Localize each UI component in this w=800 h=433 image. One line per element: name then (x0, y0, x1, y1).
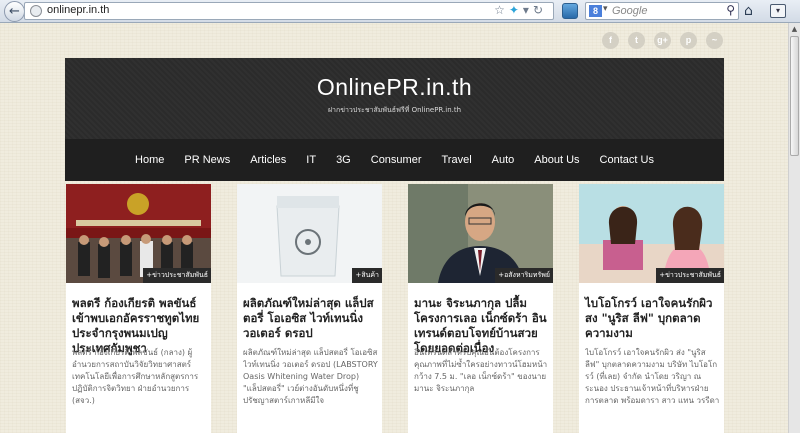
social-links: f t g+ p ~ (602, 32, 723, 49)
reload-icon[interactable]: ↻ (533, 3, 547, 17)
category-tag[interactable]: +สินค้า (352, 268, 382, 283)
post-excerpt: อินเทรนด์สำหรับคุณอันต้องโครงการคุณภาพที… (414, 348, 548, 393)
address-bar[interactable]: onlinepr.in.th ☆✦▾↻ (24, 2, 554, 20)
browser-toolbar: ← onlinepr.in.th ☆✦▾↻ 8 ▾ Google ⚲ ⌂ ▾ (0, 0, 800, 23)
search-input[interactable]: Google (612, 5, 647, 17)
bookmark-star-icon[interactable]: ☆ (494, 3, 509, 17)
search-engine-dropdown-icon[interactable]: ▾ (603, 4, 608, 14)
post-title[interactable]: ผลิตภัณฑ์ใหม่ล่าสุด แล็ปสตอรี่ โอเอซิส ไ… (243, 296, 379, 341)
facebook-icon[interactable]: f (602, 32, 619, 49)
home-icon[interactable]: ⌂ (744, 3, 753, 19)
scroll-up-arrow-icon[interactable]: ▲ (789, 23, 800, 35)
extension-icon[interactable] (562, 3, 578, 19)
googleplus-icon[interactable]: g+ (654, 32, 671, 49)
url-text[interactable]: onlinepr.in.th (47, 4, 109, 16)
twitter-bird-icon[interactable]: ✦ (509, 3, 523, 17)
rss-icon[interactable]: ~ (706, 32, 723, 49)
post-card[interactable]: +ข่าวประชาสัมพันธ์ ไบโอโกรว์ เอาใจคนรักผ… (579, 184, 724, 433)
nav-item-3g[interactable]: 3G (326, 154, 361, 166)
post-thumbnail[interactable]: +สินค้า (237, 184, 382, 283)
post-card[interactable]: +สินค้า ผลิตภัณฑ์ใหม่ล่าสุด แล็ปสตอรี่ โ… (237, 184, 382, 433)
post-thumbnail[interactable]: +ข่าวประชาสัมพันธ์ (579, 184, 724, 283)
scroll-thumb[interactable] (790, 36, 799, 156)
post-thumbnail[interactable]: +อสังหาริมทรัพย์ (408, 184, 553, 283)
nav-item-auto[interactable]: Auto (482, 154, 525, 166)
pinterest-icon[interactable]: p (680, 32, 697, 49)
post-card[interactable]: +ข่าวประชาสัมพันธ์ พลตรี ก้องเกียรติ พลข… (66, 184, 211, 433)
nav-item-contact-us[interactable]: Contact Us (590, 154, 664, 166)
category-tag[interactable]: +อสังหาริมทรัพย์ (495, 268, 553, 283)
site-title[interactable]: OnlinePR.in.th (65, 74, 724, 101)
category-tag[interactable]: +ข่าวประชาสัมพันธ์ (656, 268, 724, 283)
post-title[interactable]: ไบโอโกรว์ เอาใจคนรักผิวสง "นูริส ลีฟ" บุ… (585, 296, 721, 341)
bookmarks-menu-icon[interactable]: ▾ (770, 4, 786, 18)
post-thumbnail[interactable]: +ข่าวประชาสัมพันธ์ (66, 184, 211, 283)
nav-item-travel[interactable]: Travel (432, 154, 482, 166)
search-bar[interactable]: 8 ▾ Google ⚲ (585, 2, 739, 20)
dropdown-icon[interactable]: ▾ (523, 3, 533, 17)
search-icon[interactable]: ⚲ (726, 3, 735, 17)
post-excerpt: ไบโอโกรว์ เอาใจคนรักผิว ส่ง "นูริส ลีฟ" … (585, 348, 720, 405)
main-nav: Home PR News Articles IT 3G Consumer Tra… (65, 139, 724, 181)
nav-item-it[interactable]: IT (296, 154, 326, 166)
address-bar-icons: ☆✦▾↻ (494, 3, 547, 17)
nav-item-about-us[interactable]: About Us (524, 154, 589, 166)
nav-item-pr-news[interactable]: PR News (174, 154, 240, 166)
category-tag[interactable]: +ข่าวประชาสัมพันธ์ (143, 268, 211, 283)
post-excerpt: ผลิตภัณฑ์ใหม่ล่าสุด แล็ปสตอรี่ โอเอซิส ไ… (243, 348, 378, 405)
page-scrollbar[interactable]: ▲ (788, 23, 800, 433)
nav-item-articles[interactable]: Articles (240, 154, 296, 166)
post-card[interactable]: +อสังหาริมทรัพย์ มานะ จิระนภากุล ปลื้มโค… (408, 184, 553, 433)
globe-icon (30, 5, 42, 17)
nav-item-consumer[interactable]: Consumer (361, 154, 432, 166)
site-subtitle: ฝากข่าวประชาสัมพันธ์ฟรีที่ OnlinePR.in.t… (327, 106, 462, 114)
back-arrow-icon[interactable]: ← (4, 1, 25, 22)
site-header: OnlinePR.in.th ฝากข่าวประชาสัมพันธ์ฟรีที… (65, 58, 724, 181)
twitter-icon[interactable]: t (628, 32, 645, 49)
nav-item-home[interactable]: Home (125, 154, 174, 166)
search-engine-icon[interactable]: 8 (589, 5, 602, 17)
post-excerpt: พลตรี ก้องเกียรติ พลขันธ์ (กลาง) ผู้อำนว… (72, 348, 199, 405)
